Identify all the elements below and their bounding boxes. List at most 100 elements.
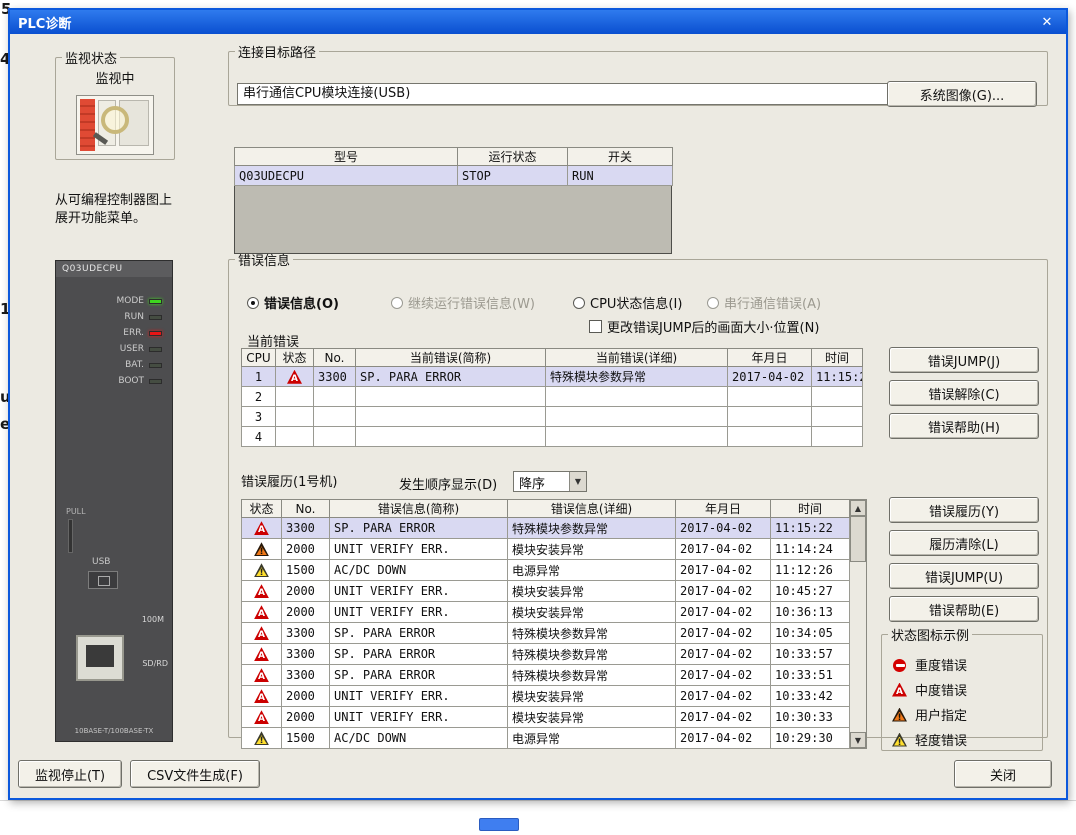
user-error-icon: !: [892, 708, 907, 722]
err-led-icon: [149, 331, 162, 336]
current-error-row[interactable]: 2: [242, 387, 863, 407]
model-row[interactable]: Q03UDECPUSTOPRUN: [235, 166, 673, 186]
background-scrollbar-fragment: [479, 818, 519, 831]
legend-item: A中度错误: [892, 677, 1042, 702]
history-row[interactable]: A2000UNIT VERIFY ERR.模块安装异常2017-04-0210:…: [242, 581, 850, 602]
current-error-row[interactable]: 1A3300SP. PARA ERROR特殊模块参数异常2017-04-0211…: [242, 367, 863, 387]
radio-option-2[interactable]: 继续运行错误信息(W): [391, 293, 535, 312]
system-image-button[interactable]: 系统图像(G)...: [887, 81, 1037, 107]
history-buttons: 错误履历(Y) 履历清除(L) 错误JUMP(U) 错误帮助(E): [889, 497, 1039, 622]
plc-module-image: Q03UDECPU MODERUNERR.USERBAT.BOOT PULL U…: [55, 260, 173, 742]
history-col-header: 时间: [771, 500, 850, 518]
error-jump-u-button[interactable]: 错误JUMP(U): [889, 563, 1039, 589]
close-dialog-button[interactable]: 关闭: [954, 760, 1052, 788]
led-label: BAT.: [125, 360, 144, 370]
severe-error-icon: [892, 658, 907, 672]
model-table-header: 型号运行状态开关: [235, 148, 673, 166]
csv-generate-button[interactable]: CSV文件生成(F): [130, 760, 260, 788]
radio-option-1[interactable]: 错误信息(O): [247, 293, 339, 312]
medium-error-icon: A: [254, 626, 269, 640]
current-col-header: 时间: [812, 349, 863, 367]
current-error-row[interactable]: 4: [242, 427, 863, 447]
history-row[interactable]: A3300SP. PARA ERROR特殊模块参数异常2017-04-0210:…: [242, 623, 850, 644]
radio-icon: [391, 297, 403, 309]
checkbox-icon[interactable]: [589, 320, 602, 333]
error-clear-button[interactable]: 错误解除(C): [889, 380, 1039, 406]
monitor-group-label: 监视状态: [62, 48, 120, 67]
scroll-down-icon[interactable]: ▼: [850, 732, 866, 748]
led-row: RUN: [56, 309, 172, 325]
led-label: MODE: [117, 296, 144, 306]
speed-label: 100M: [142, 615, 164, 624]
order-label: 发生顺序显示(D): [399, 474, 497, 493]
boot-led-icon: [149, 379, 162, 384]
history-col-header: 年月日: [676, 500, 771, 518]
scrollbar-thumb[interactable]: [850, 516, 866, 562]
plc-monitor-image: [76, 95, 154, 155]
history-row[interactable]: !1500AC/DC DOWN电源异常2017-04-0210:29:30: [242, 728, 850, 749]
plc-image-red-module: [80, 99, 95, 151]
led-label: USER: [120, 344, 144, 354]
legend-item: !用户指定: [892, 702, 1042, 727]
led-label: BOOT: [118, 376, 144, 386]
radio-label: 错误信息(O): [264, 293, 339, 312]
history-row[interactable]: A3300SP. PARA ERROR特殊模块参数异常2017-04-0210:…: [242, 644, 850, 665]
usb-label: USB: [92, 557, 110, 567]
usb-port-icon: [88, 571, 118, 589]
monitor-stop-button[interactable]: 监视停止(T): [18, 760, 122, 788]
history-row[interactable]: !1500AC/DC DOWN电源异常2017-04-0211:12:26: [242, 560, 850, 581]
hint-text: 从可编程控制器图上 展开功能菜单。: [55, 192, 245, 228]
model-table-empty-area: [234, 186, 672, 254]
history-col-header: 错误信息(简称): [330, 500, 508, 518]
pull-slot: [68, 519, 73, 553]
history-row[interactable]: A2000UNIT VERIFY ERR.模块安装异常2017-04-0210:…: [242, 686, 850, 707]
radio-label: CPU状态信息(I): [590, 293, 682, 312]
current-error-row[interactable]: 3: [242, 407, 863, 427]
led-row: ERR.: [56, 325, 172, 341]
led-row: BOOT: [56, 373, 172, 389]
history-label: 错误履历(1号机): [241, 471, 337, 490]
history-row[interactable]: A3300SP. PARA ERROR特殊模块参数异常2017-04-0210:…: [242, 665, 850, 686]
history-clear-button[interactable]: 履历清除(L): [889, 530, 1039, 556]
radio-option-4[interactable]: 串行通信错误(A): [707, 293, 821, 312]
plc-model-label: Q03UDECPU: [56, 261, 172, 277]
radio-label: 串行通信错误(A): [724, 293, 821, 312]
current-col-header: CPU: [242, 349, 276, 367]
medium-error-icon: A: [254, 710, 269, 724]
medium-error-icon: A: [254, 521, 269, 535]
legend-group-label: 状态图标示例: [888, 625, 972, 644]
close-button[interactable]: ✕: [1036, 13, 1058, 31]
status-icon-legend-group: 状态图标示例 重度错误 A中度错误!用户指定! 轻度错误: [881, 625, 1043, 751]
history-row[interactable]: A2000UNIT VERIFY ERR.模块安装异常2017-04-0210:…: [242, 707, 850, 728]
history-scrollbar[interactable]: ▲ ▼: [850, 499, 867, 749]
scroll-up-icon[interactable]: ▲: [850, 500, 866, 516]
titlebar[interactable]: PLC诊断 ✕: [10, 10, 1066, 34]
hint-line-1: 从可编程控制器图上: [55, 192, 245, 210]
connection-path-field[interactable]: 串行通信CPU模块连接(USB): [237, 83, 891, 105]
legend-items: 重度错误 A中度错误!用户指定! 轻度错误: [882, 644, 1042, 752]
error-info-group: 错误信息 错误信息(O)继续运行错误信息(W)CPU状态信息(I)串行通信错误(…: [228, 250, 1048, 738]
led-row: BAT.: [56, 357, 172, 373]
legend-label: 重度错误: [915, 655, 967, 674]
legend-label: 轻度错误: [915, 730, 967, 749]
error-help-e-button[interactable]: 错误帮助(E): [889, 596, 1039, 622]
history-row[interactable]: !2000UNIT VERIFY ERR.模块安装异常2017-04-0211:…: [242, 539, 850, 560]
error-jump-j-button[interactable]: 错误JUMP(J): [889, 347, 1039, 373]
connection-group-label: 连接目标路径: [235, 42, 319, 61]
led-label: ERR.: [123, 328, 144, 338]
sort-order-dropdown[interactable]: 降序 ▼: [513, 471, 587, 492]
jump-resize-option[interactable]: 更改错误JUMP后的画面大小·位置(N): [589, 317, 819, 336]
history-row[interactable]: A3300SP. PARA ERROR特殊模块参数异常2017-04-0211:…: [242, 518, 850, 539]
magnifier-icon: [101, 106, 129, 134]
history-row[interactable]: A2000UNIT VERIFY ERR.模块安装异常2017-04-0210:…: [242, 602, 850, 623]
current-col-header: 当前错误(简称): [356, 349, 546, 367]
close-icon: ✕: [1042, 15, 1053, 30]
error-history-button[interactable]: 错误履历(Y): [889, 497, 1039, 523]
history-table-wrap: 状态No.错误信息(简称)错误信息(详细)年月日时间 A3300SP. PARA…: [241, 499, 868, 749]
radio-option-3[interactable]: CPU状态信息(I): [573, 293, 682, 312]
dropdown-arrow-icon[interactable]: ▼: [569, 472, 586, 491]
error-help-h-button[interactable]: 错误帮助(H): [889, 413, 1039, 439]
current-error-table: CPU状态No.当前错误(简称)当前错误(详细)年月日时间 1A3300SP. …: [241, 348, 863, 447]
current-table-header: CPU状态No.当前错误(简称)当前错误(详细)年月日时间: [242, 349, 863, 367]
ethernet-standard-label: 10BASE-T/100BASE-TX: [56, 727, 172, 735]
